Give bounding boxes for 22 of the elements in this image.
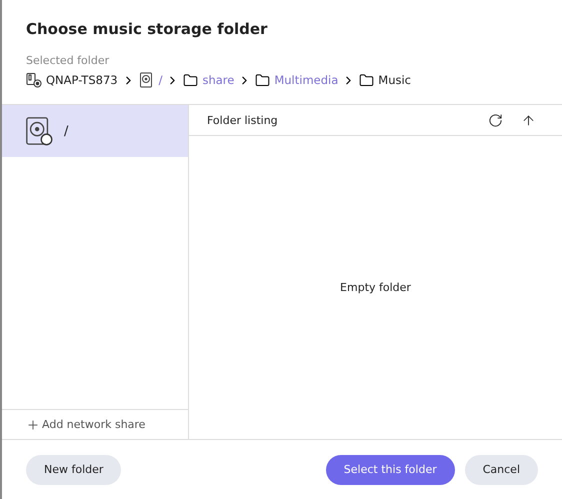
refresh-icon[interactable]	[488, 112, 503, 128]
breadcrumb-link[interactable]: Multimedia	[274, 73, 338, 87]
folder-icon	[359, 72, 374, 88]
folder-icon	[255, 72, 270, 88]
plus-icon	[26, 418, 40, 432]
empty-message: Empty folder	[340, 281, 411, 294]
secondary-button[interactable]: Cancel	[464, 454, 538, 484]
add-network-share-button[interactable]: Add network share	[2, 409, 188, 439]
listing-header: Folder listing	[207, 114, 279, 126]
secondary-button[interactable]: New folder	[26, 454, 122, 484]
breadcrumb-text: QNAP-TS873	[46, 73, 118, 87]
breadcrumb-text: Music	[378, 73, 412, 87]
primary-button[interactable]: Select this folder	[326, 454, 455, 484]
selected-folder-label: Selected folder	[26, 54, 110, 67]
sidebar-item-label: /	[64, 124, 68, 138]
server-icon	[26, 72, 42, 88]
folder-icon	[183, 72, 198, 88]
breadcrumb-link[interactable]: /	[158, 73, 162, 87]
hard-drive-icon	[24, 116, 54, 146]
dialog-title: Choose music storage folder	[26, 20, 268, 38]
breadcrumb-link[interactable]: share	[202, 73, 234, 87]
sidebar-item[interactable]: /	[2, 105, 188, 157]
